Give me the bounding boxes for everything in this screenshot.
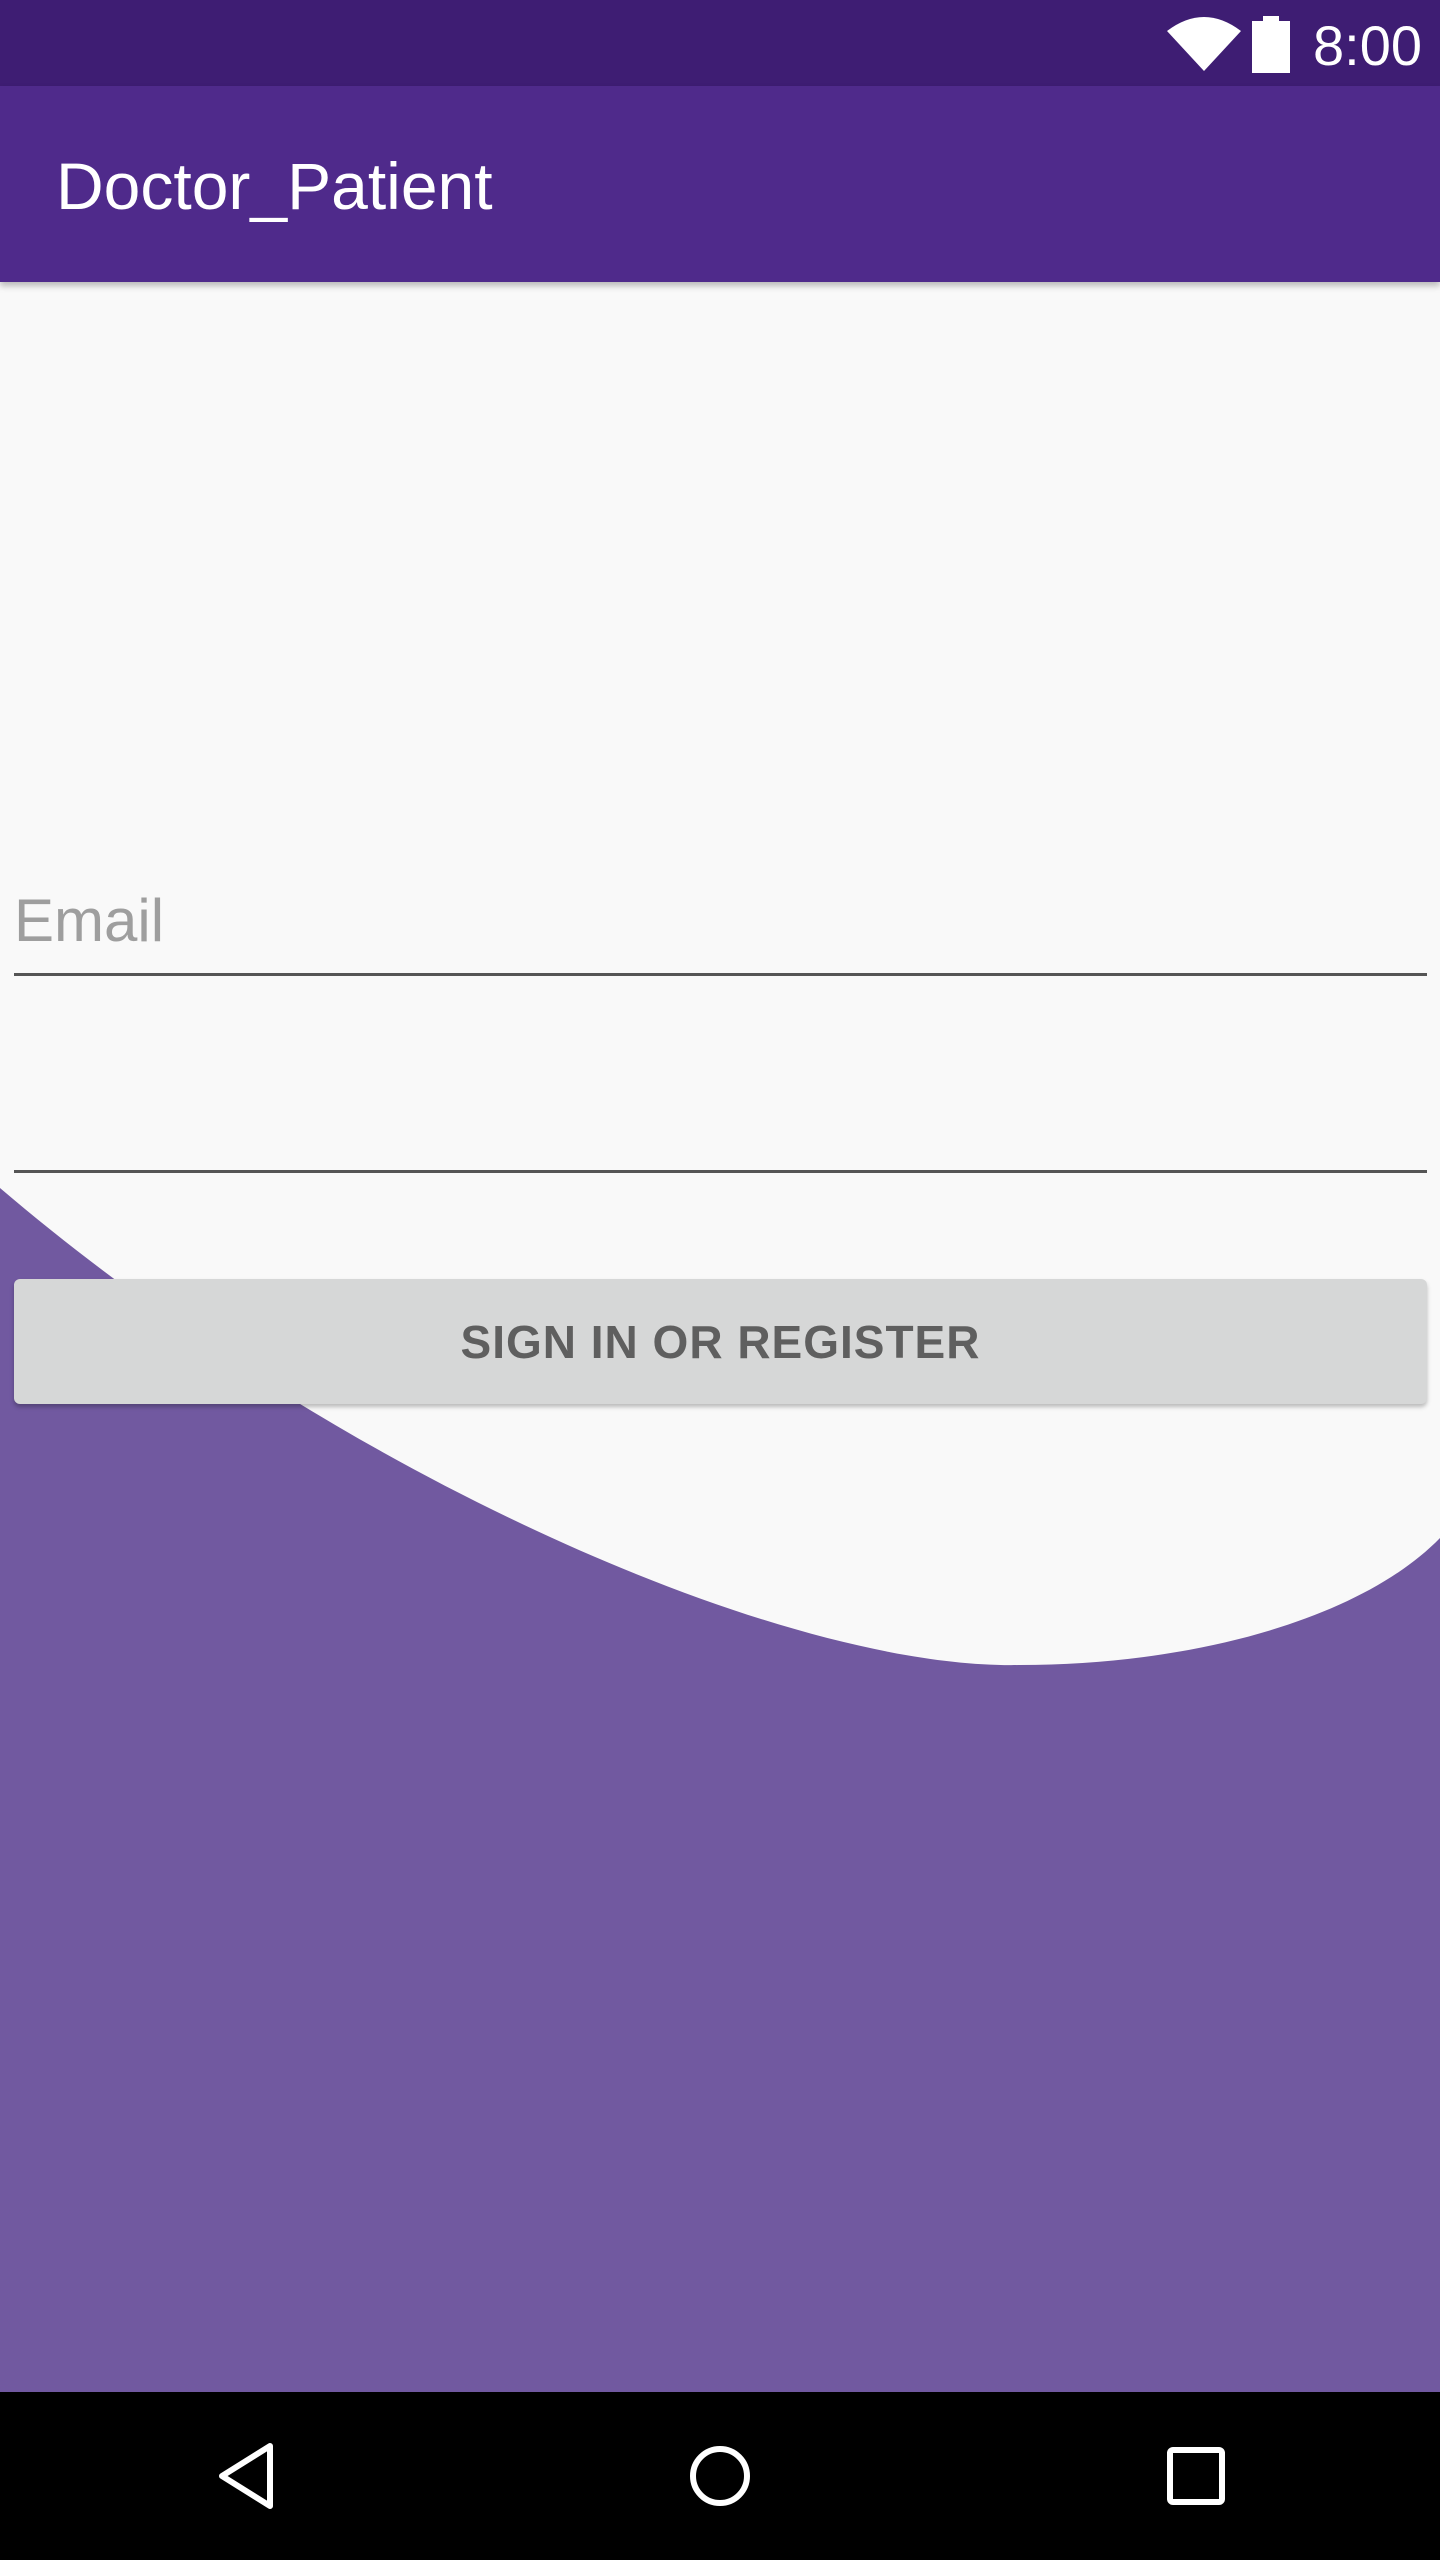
back-icon[interactable] <box>212 2436 280 2516</box>
app-title: Doctor_Patient <box>56 149 493 223</box>
app-bar: Doctor_Patient <box>0 86 1440 282</box>
password-field[interactable] <box>14 1060 1427 1173</box>
sign-in-button-label: SIGN IN OR REGISTER <box>460 1315 981 1368</box>
recents-icon[interactable] <box>1162 2436 1230 2516</box>
password-underline <box>14 1170 1427 1173</box>
sign-in-or-register-button[interactable]: SIGN IN OR REGISTER <box>14 1279 1427 1404</box>
home-icon[interactable] <box>686 2436 754 2516</box>
screen: 8:00 Doctor_Patient Email SIGN IN OR REG… <box>0 0 1440 2560</box>
email-placeholder: Email <box>14 887 165 954</box>
email-underline <box>14 973 1427 976</box>
navigation-bar <box>0 2392 1440 2560</box>
background-wave <box>0 1188 1440 2392</box>
email-field[interactable]: Email <box>14 870 1427 976</box>
